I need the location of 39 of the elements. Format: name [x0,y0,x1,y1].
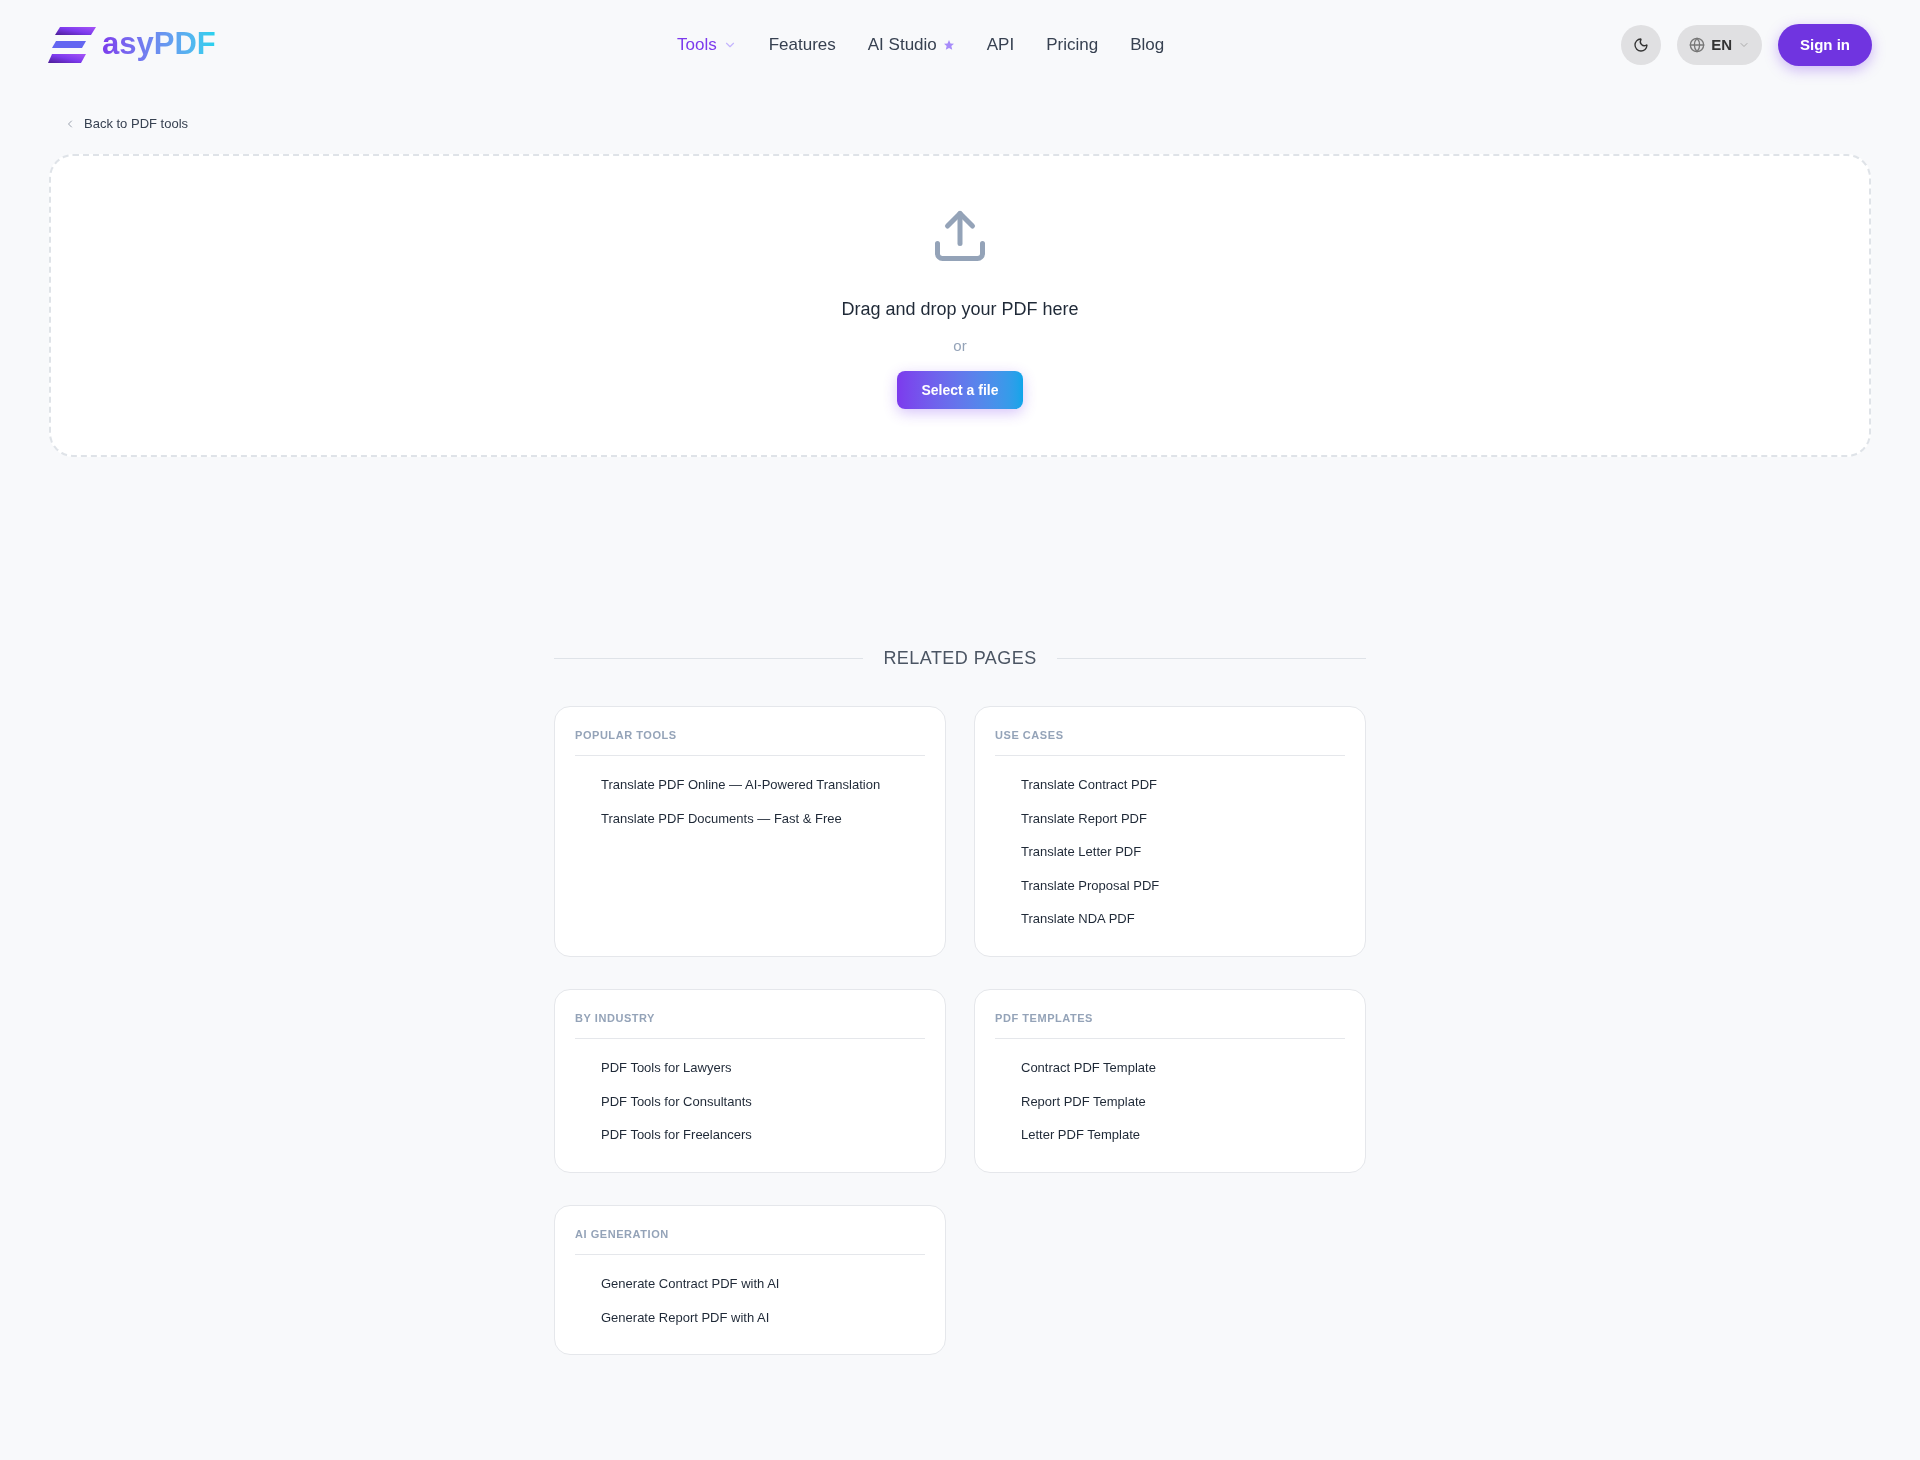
language-selector[interactable]: EN [1677,25,1762,65]
related-link[interactable]: Generate Contract PDF with AI [601,1267,780,1301]
related-link[interactable]: Report PDF Template [1021,1084,1146,1118]
logo-icon [48,27,98,63]
nav-link[interactable]: Blog [1130,32,1165,58]
related-link[interactable]: Letter PDF Template [1021,1118,1140,1152]
section-title: RELATED PAGES [883,646,1037,670]
upload-dropzone[interactable]: Drag and drop your PDF here or Select a file [49,153,1871,457]
moon-icon [1633,37,1650,53]
card-heading: AI GENERATION [575,1225,925,1255]
related-link[interactable]: Translate Letter PDF [1021,835,1142,869]
related-link[interactable]: Translate Report PDF [1021,801,1147,835]
card-heading: BY INDUSTRY [575,1009,925,1039]
nav-link[interactable]: Features [768,32,836,58]
nav-link[interactable]: API [986,32,1015,58]
related-link[interactable]: Translate Proposal PDF [1021,868,1160,902]
or-text: or [953,335,967,356]
related-link[interactable]: PDF Tools for Consultants [601,1084,752,1118]
related-link[interactable]: Translate PDF Documents — Fast & Free [601,801,842,835]
related-link[interactable]: Translate PDF Online — AI-Powered Translation [601,768,881,802]
nav-link[interactable]: Pricing [1046,32,1099,58]
select-file-button[interactable]: Select a file [897,371,1023,409]
dark-mode-button[interactable] [1621,25,1662,65]
card-heading: POPULAR TOOLS [575,726,925,756]
related-link[interactable]: Translate Contract PDF [1021,768,1158,802]
related-link[interactable]: Translate NDA PDF [1021,902,1135,936]
back-link[interactable]: Back to PDF tools [64,114,189,134]
upload-prompt: Drag and drop your PDF here [841,297,1079,321]
card-heading: USE CASES [995,726,1345,756]
related-link[interactable]: PDF Tools for Lawyers [601,1051,732,1085]
star-icon [942,39,955,51]
nav-link[interactable]: AI Studio [867,32,955,58]
sign-in-button[interactable]: Sign in [1778,24,1872,66]
globe-icon [1689,37,1706,53]
related-link[interactable]: Generate Report PDF with AI [601,1300,770,1334]
related-link[interactable]: PDF Tools for Freelancers [601,1118,752,1152]
nav-link[interactable]: Tools [677,32,737,58]
card-heading: PDF TEMPLATES [995,1009,1345,1039]
related-link[interactable]: Contract PDF Template [1021,1051,1156,1085]
